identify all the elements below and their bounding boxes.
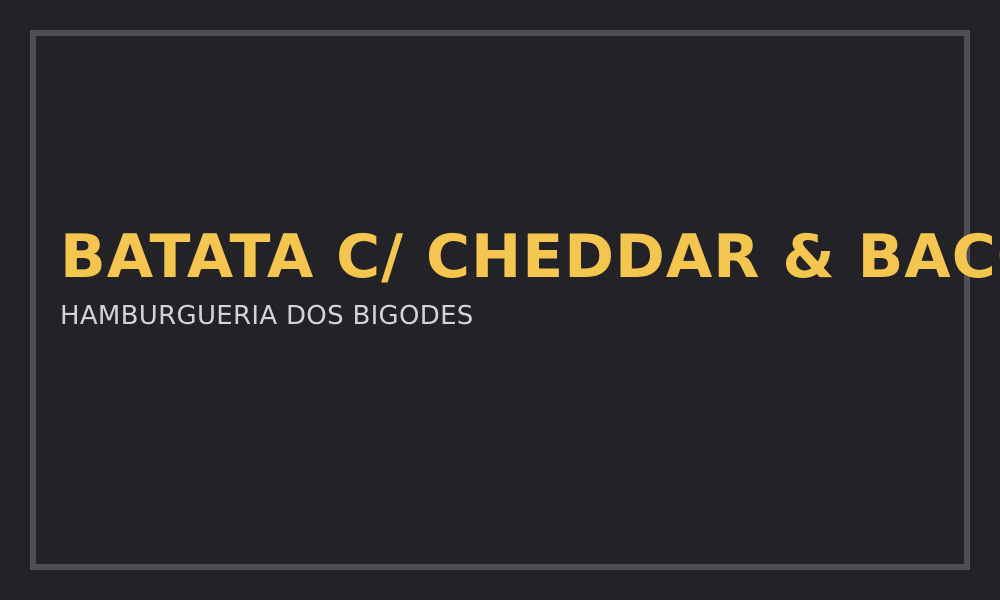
menu-item-card: BATATA C/ CHEDDAR & BACON HAMBURGUERIA D… [0, 0, 1000, 600]
restaurant-name: HAMBURGUERIA DOS BIGODES [60, 301, 474, 331]
item-title: BATATA C/ CHEDDAR & BACON [60, 222, 1000, 292]
